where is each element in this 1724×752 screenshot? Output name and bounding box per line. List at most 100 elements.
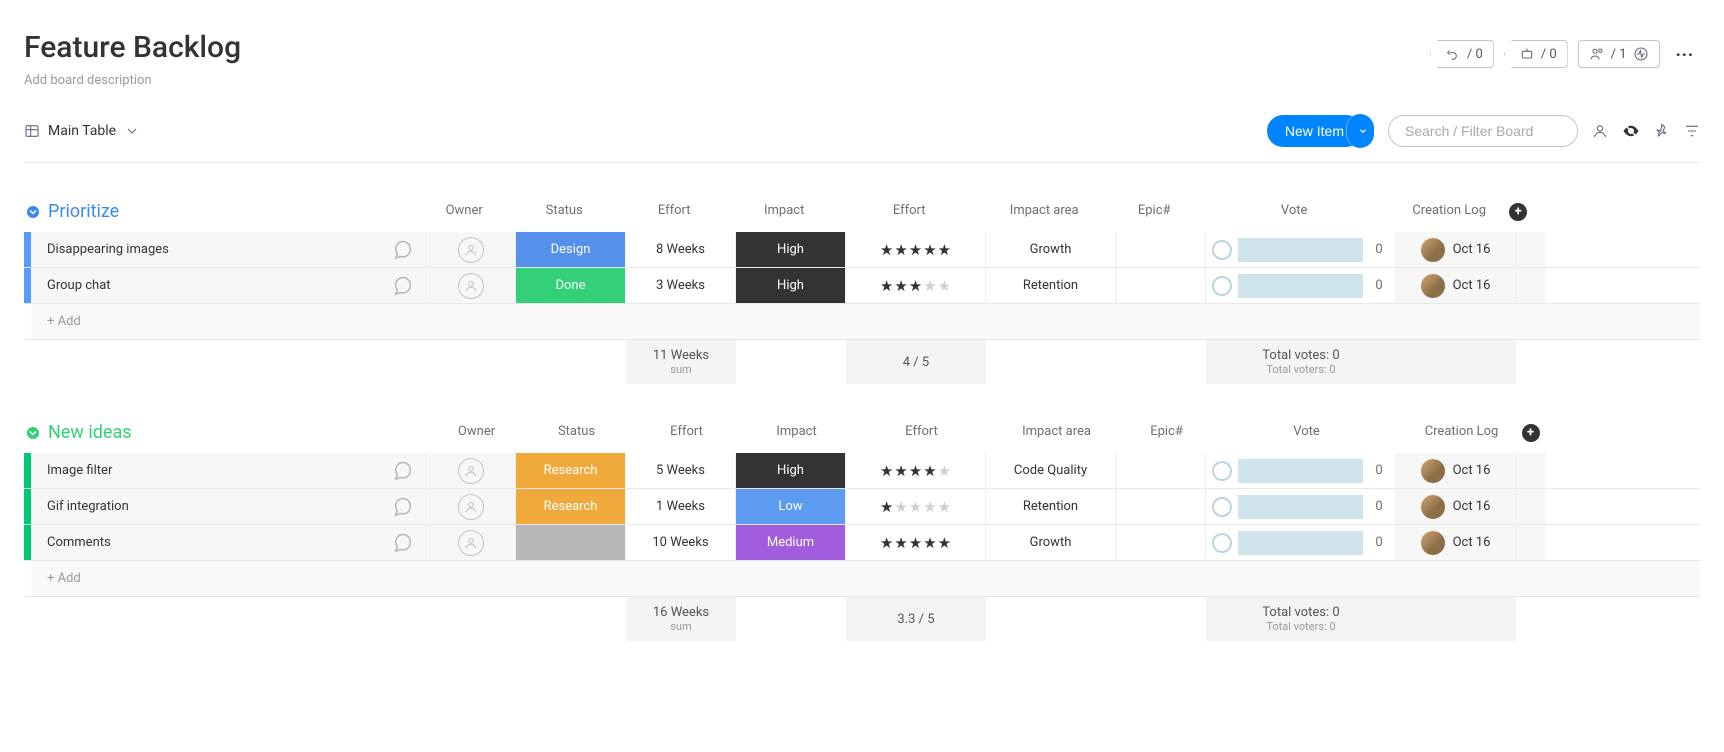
owner-avatar[interactable] — [458, 237, 484, 263]
rating-cell[interactable]: ★★★★★ — [846, 453, 986, 488]
impact-badge[interactable]: Medium — [736, 525, 845, 560]
owner-avatar[interactable] — [458, 530, 484, 556]
vote-cell[interactable]: 0 — [1206, 274, 1395, 298]
board-description-placeholder[interactable]: Add board description — [24, 73, 241, 88]
col-header-status[interactable]: Status — [509, 203, 619, 221]
vote-cell[interactable]: 0 — [1206, 238, 1395, 262]
creation-log-cell[interactable]: Oct 16 — [1396, 489, 1516, 524]
col-header-impact-area[interactable]: Impact area — [979, 203, 1109, 221]
vote-cell[interactable]: 0 — [1206, 459, 1395, 483]
owner-avatar[interactable] — [458, 458, 484, 484]
filter-button[interactable] — [1684, 123, 1700, 139]
col-header-status[interactable]: Status — [522, 424, 632, 442]
pin-button[interactable] — [1654, 123, 1670, 139]
table-row[interactable]: Disappearing images Design 8 Weeks High … — [24, 232, 1700, 268]
page-title[interactable]: Feature Backlog — [24, 30, 241, 65]
vote-cell[interactable]: 0 — [1206, 495, 1395, 519]
rating-cell[interactable]: ★★★★★ — [846, 268, 986, 303]
col-header-vote[interactable]: Vote — [1212, 424, 1402, 442]
effort-cell[interactable]: 8 Weeks — [626, 232, 736, 267]
rating-cell[interactable]: ★★★★★ — [846, 525, 986, 560]
conversation-icon[interactable] — [391, 496, 413, 518]
impact-badge[interactable]: Low — [736, 489, 845, 524]
conversation-icon[interactable] — [391, 460, 413, 482]
col-header-effort2[interactable]: Effort — [839, 203, 979, 221]
item-name[interactable]: Gif integration — [47, 499, 129, 514]
epic-cell[interactable] — [1116, 525, 1206, 560]
item-name[interactable]: Group chat — [47, 278, 111, 293]
person-filter-button[interactable] — [1592, 123, 1608, 139]
impact-area-cell[interactable]: Retention — [986, 489, 1116, 524]
status-badge[interactable]: Research — [516, 453, 625, 488]
item-name[interactable]: Disappearing images — [47, 242, 169, 257]
vote-button[interactable] — [1212, 240, 1232, 260]
col-header-creation-log[interactable]: Creation Log — [1389, 203, 1509, 221]
col-header-impact-area[interactable]: Impact area — [992, 424, 1122, 442]
add-column-button[interactable]: + — [1522, 424, 1540, 442]
view-switcher[interactable]: Main Table — [24, 123, 140, 139]
impact-area-cell[interactable]: Growth — [986, 525, 1116, 560]
group-title[interactable]: Prioritize — [48, 201, 119, 222]
col-header-epic[interactable]: Epic# — [1109, 203, 1199, 221]
col-header-owner[interactable]: Owner — [419, 203, 509, 221]
vote-button[interactable] — [1212, 497, 1232, 517]
add-item-input[interactable]: + Add — [31, 561, 1700, 596]
conversation-icon[interactable] — [391, 532, 413, 554]
col-header-effort[interactable]: Effort — [619, 203, 729, 221]
collapse-icon[interactable] — [24, 203, 42, 221]
more-button[interactable]: ··· — [1670, 41, 1700, 68]
vote-button[interactable] — [1212, 276, 1232, 296]
creation-log-cell[interactable]: Oct 16 — [1396, 268, 1516, 303]
table-row[interactable]: Image filter Research 5 Weeks High ★★★★★… — [24, 453, 1700, 489]
status-badge[interactable]: Design — [516, 232, 625, 267]
creation-log-cell[interactable]: Oct 16 — [1396, 525, 1516, 560]
effort-cell[interactable]: 10 Weeks — [626, 525, 736, 560]
creation-log-cell[interactable]: Oct 16 — [1396, 232, 1516, 267]
automations-chip[interactable]: / 0 — [1504, 40, 1568, 68]
search-input[interactable] — [1388, 115, 1578, 147]
conversation-icon[interactable] — [391, 239, 413, 261]
col-header-vote[interactable]: Vote — [1199, 203, 1389, 221]
impact-badge[interactable]: High — [736, 232, 845, 267]
col-header-creation-log[interactable]: Creation Log — [1402, 424, 1522, 442]
col-header-owner[interactable]: Owner — [432, 424, 522, 442]
status-badge[interactable] — [516, 525, 625, 560]
effort-cell[interactable]: 3 Weeks — [626, 268, 736, 303]
epic-cell[interactable] — [1116, 489, 1206, 524]
epic-cell[interactable] — [1116, 232, 1206, 267]
col-header-impact[interactable]: Impact — [742, 424, 852, 442]
new-item-dropdown[interactable] — [1346, 114, 1374, 148]
rating-cell[interactable]: ★★★★★ — [846, 489, 986, 524]
impact-area-cell[interactable]: Code Quality — [986, 453, 1116, 488]
owner-avatar[interactable] — [458, 273, 484, 299]
add-column-button[interactable]: + — [1509, 203, 1527, 221]
effort-cell[interactable]: 1 Weeks — [626, 489, 736, 524]
vote-button[interactable] — [1212, 461, 1232, 481]
col-header-epic[interactable]: Epic# — [1122, 424, 1212, 442]
status-badge[interactable]: Research — [516, 489, 625, 524]
epic-cell[interactable] — [1116, 268, 1206, 303]
add-item-input[interactable]: + Add — [31, 304, 1700, 339]
conversation-icon[interactable] — [391, 275, 413, 297]
col-header-impact[interactable]: Impact — [729, 203, 839, 221]
impact-area-cell[interactable]: Retention — [986, 268, 1116, 303]
members-chip[interactable]: / 1 — [1578, 40, 1660, 68]
impact-badge[interactable]: High — [736, 453, 845, 488]
table-row[interactable]: Comments 10 Weeks Medium ★★★★★ Growth — [24, 525, 1700, 561]
impact-badge[interactable]: High — [736, 268, 845, 303]
hide-button[interactable] — [1622, 122, 1640, 140]
collapse-icon[interactable] — [24, 424, 42, 442]
vote-button[interactable] — [1212, 533, 1232, 553]
impact-area-cell[interactable]: Growth — [986, 232, 1116, 267]
item-name[interactable]: Image filter — [47, 463, 112, 478]
effort-cell[interactable]: 5 Weeks — [626, 453, 736, 488]
col-header-effort2[interactable]: Effort — [852, 424, 992, 442]
rating-cell[interactable]: ★★★★★ — [846, 232, 986, 267]
vote-cell[interactable]: 0 — [1206, 531, 1395, 555]
group-title[interactable]: New ideas — [48, 422, 132, 443]
status-badge[interactable]: Done — [516, 268, 625, 303]
owner-avatar[interactable] — [458, 494, 484, 520]
integrations-chip[interactable]: / 0 — [1430, 40, 1494, 68]
item-name[interactable]: Comments — [47, 535, 111, 550]
creation-log-cell[interactable]: Oct 16 — [1396, 453, 1516, 488]
